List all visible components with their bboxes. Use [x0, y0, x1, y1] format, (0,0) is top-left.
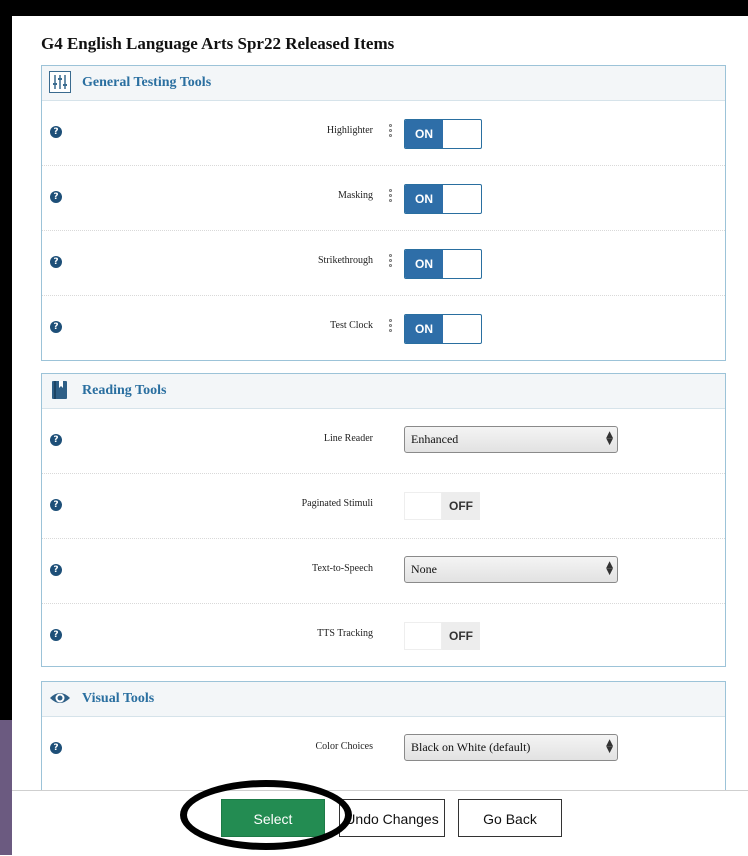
section-reading-tools: Reading Tools ? Line Reader Enhanced ▲ ▼ …: [41, 373, 726, 667]
toggle-state: ON: [405, 315, 443, 343]
help-icon[interactable]: ?: [50, 126, 62, 138]
help-icon[interactable]: ?: [50, 321, 62, 333]
help-icon[interactable]: ?: [50, 564, 62, 576]
select-value: Black on White (default): [411, 740, 531, 754]
masking-toggle[interactable]: ON: [404, 184, 482, 214]
drag-handle-icon[interactable]: [389, 189, 393, 207]
dialog-footer: Select Undo Changes Go Back: [12, 790, 748, 856]
section-label: General Testing Tools: [82, 75, 212, 90]
settings-dialog: G4 English Language Arts Spr22 Released …: [12, 16, 748, 855]
color-choices-select[interactable]: Black on White (default) ▲ ▼: [404, 734, 618, 761]
setting-row-color-choices: ? Color Choices Black on White (default)…: [42, 717, 725, 781]
help-icon[interactable]: ?: [50, 256, 62, 268]
setting-row-paginated-stimuli: ? Paginated Stimuli OFF: [42, 474, 725, 539]
select-button[interactable]: Select: [221, 799, 325, 837]
background-strip: [0, 720, 12, 855]
toggle-state: OFF: [442, 622, 480, 650]
sliders-icon: [49, 71, 71, 93]
setting-label: Paginated Stimuli: [301, 498, 373, 509]
toggle-state: ON: [405, 185, 443, 213]
setting-label: Test Clock: [330, 320, 373, 331]
setting-row-tts-tracking: ? TTS Tracking OFF: [42, 604, 725, 668]
setting-label: Color Choices: [315, 741, 374, 752]
section-general-testing-tools: General Testing Tools ? Highlighter ON ?…: [41, 65, 726, 361]
section-label: Reading Tools: [82, 383, 167, 398]
setting-label: Text-to-Speech: [312, 563, 373, 574]
go-back-button[interactable]: Go Back: [458, 799, 562, 837]
updown-caret-icon: ▲ ▼: [606, 430, 613, 447]
setting-row-text-to-speech: ? Text-to-Speech None ▲ ▼: [42, 539, 725, 604]
setting-row-highlighter: ? Highlighter ON: [42, 101, 725, 166]
setting-label: Line Reader: [323, 433, 373, 444]
setting-label: Masking: [338, 190, 373, 201]
section-header: General Testing Tools: [42, 66, 725, 101]
drag-handle-icon[interactable]: [389, 124, 393, 142]
window-frame-top: [0, 0, 748, 16]
setting-label: TTS Tracking: [317, 628, 373, 639]
section-header: Visual Tools: [42, 682, 725, 717]
setting-row-strikethrough: ? Strikethrough ON: [42, 231, 725, 296]
help-icon[interactable]: ?: [50, 742, 62, 754]
line-reader-select[interactable]: Enhanced ▲ ▼: [404, 426, 618, 453]
updown-caret-icon: ▲ ▼: [606, 738, 613, 755]
paginated-stimuli-toggle[interactable]: OFF: [404, 492, 480, 520]
toggle-state: OFF: [442, 492, 480, 520]
setting-label: Strikethrough: [318, 255, 373, 266]
select-value: Enhanced: [411, 432, 459, 446]
page-title: G4 English Language Arts Spr22 Released …: [41, 34, 395, 53]
drag-handle-icon[interactable]: [389, 254, 393, 272]
section-header: Reading Tools: [42, 374, 725, 409]
updown-caret-icon: ▲ ▼: [606, 560, 613, 577]
book-icon: [52, 381, 67, 399]
text-to-speech-select[interactable]: None ▲ ▼: [404, 556, 618, 583]
select-value: None: [411, 562, 437, 576]
highlighter-toggle[interactable]: ON: [404, 119, 482, 149]
setting-row-masking: ? Masking ON: [42, 166, 725, 231]
setting-row-line-reader: ? Line Reader Enhanced ▲ ▼: [42, 409, 725, 474]
section-label: Visual Tools: [82, 691, 155, 706]
setting-label: Highlighter: [326, 125, 373, 136]
undo-changes-button[interactable]: Undo Changes: [339, 799, 445, 837]
strikethrough-toggle[interactable]: ON: [404, 249, 482, 279]
toggle-state: ON: [405, 250, 443, 278]
test-clock-toggle[interactable]: ON: [404, 314, 482, 344]
help-icon[interactable]: ?: [50, 499, 62, 511]
help-icon[interactable]: ?: [50, 191, 62, 203]
help-icon[interactable]: ?: [50, 434, 62, 446]
tts-tracking-toggle[interactable]: OFF: [404, 622, 480, 650]
toggle-state: ON: [405, 120, 443, 148]
drag-handle-icon[interactable]: [389, 319, 393, 337]
setting-row-test-clock: ? Test Clock ON: [42, 296, 725, 360]
eye-icon: [50, 693, 70, 703]
help-icon[interactable]: ?: [50, 629, 62, 641]
